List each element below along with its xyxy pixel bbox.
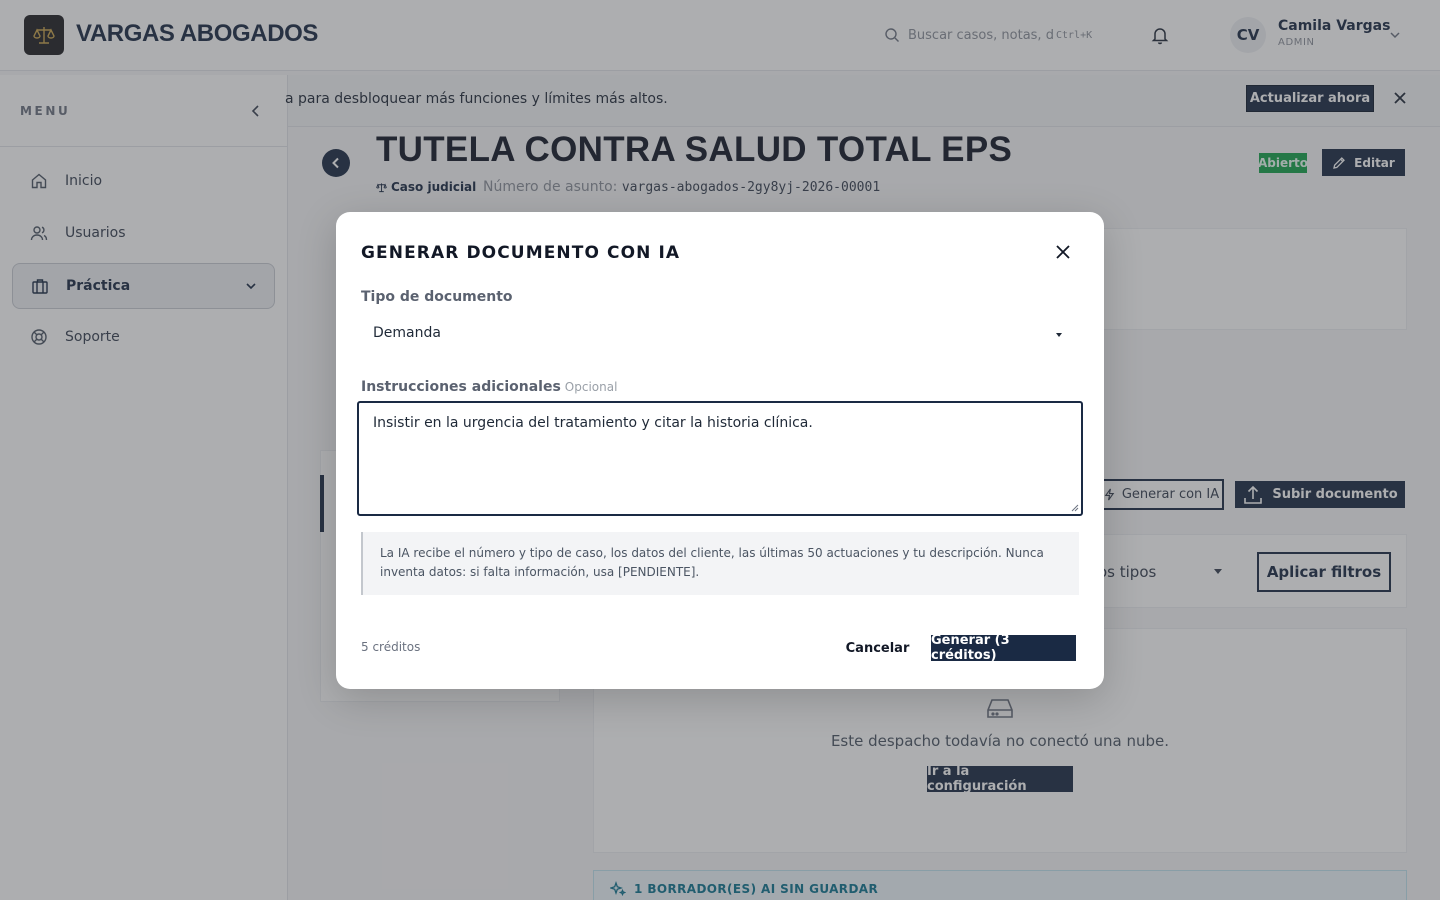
ai-info-text: La IA recibe el número y tipo de caso, l… (380, 546, 1044, 579)
optional-tag: Opcional (564, 380, 618, 394)
instructions-value: Insistir en la urgencia del tratamiento … (373, 415, 813, 431)
credits-balance: 5 créditos (361, 640, 421, 654)
generate-document-dialog: GENERAR DOCUMENTO CON IA Tipo de documen… (336, 212, 1104, 689)
close-icon[interactable] (1054, 243, 1072, 261)
doc-type-label: Tipo de documento (361, 289, 513, 305)
instructions-label-text: Instrucciones adicionales (361, 379, 561, 395)
instructions-label: Instrucciones adicionales Opcional (361, 379, 617, 395)
caret-down-icon (1056, 333, 1062, 337)
ai-info-note: La IA recibe el número y tipo de caso, l… (361, 532, 1079, 595)
document-type-select[interactable]: Demanda (361, 316, 1079, 352)
instructions-textarea[interactable]: Insistir en la urgencia del tratamiento … (357, 401, 1083, 516)
resize-handle-icon[interactable] (1071, 504, 1079, 512)
document-type-value: Demanda (373, 325, 441, 341)
generate-button[interactable]: Generar (3 créditos) (931, 633, 1076, 663)
cancel-button[interactable]: Cancelar (841, 636, 914, 660)
dialog-title: GENERAR DOCUMENTO CON IA (361, 243, 681, 263)
